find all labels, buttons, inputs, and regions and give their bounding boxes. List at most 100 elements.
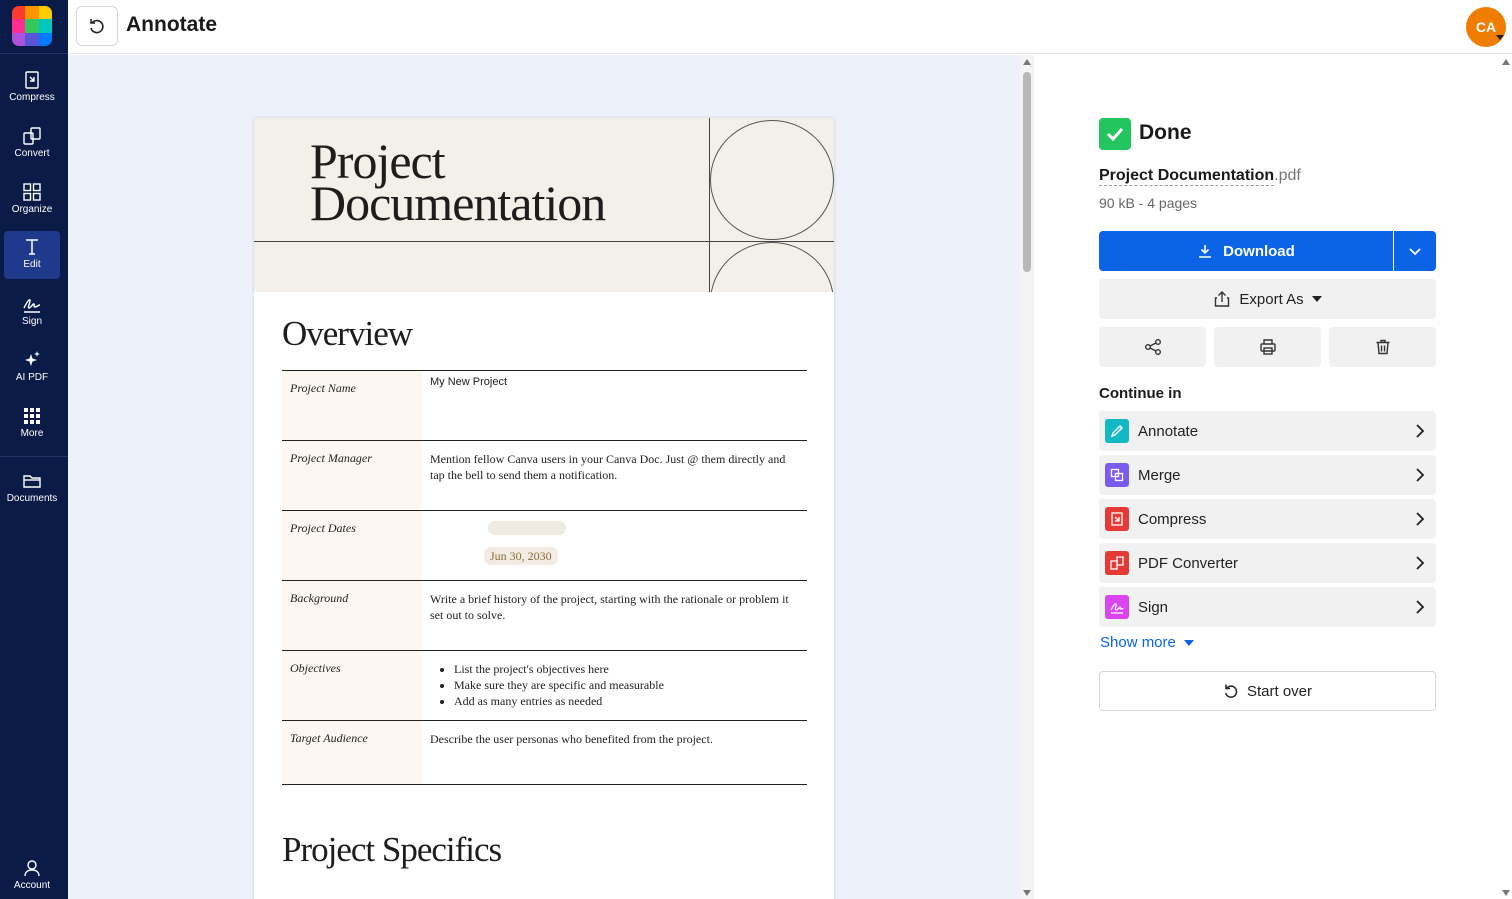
sidebar: Compress Convert Organize Edit Sign AI P… (0, 0, 68, 899)
table-row: Project Dates Jun 30, 2030 (282, 511, 807, 581)
merge-icon (1105, 463, 1129, 487)
ai-sparkle-icon (25, 351, 40, 366)
table-row: Target Audience Describe the user person… (282, 721, 807, 785)
continue-pdf-converter-button[interactable]: PDF Converter (1099, 543, 1436, 583)
overview-heading: Overview (282, 314, 413, 353)
share-icon (1144, 339, 1161, 355)
continue-merge-button[interactable]: Merge (1099, 455, 1436, 495)
scroll-down-icon[interactable] (1502, 890, 1510, 896)
row-value: List the project's objectives here Make … (422, 651, 807, 720)
document-viewer[interactable]: Project Documentation Overview Project N… (68, 55, 1034, 899)
project-name-field[interactable]: My New Project (422, 371, 807, 440)
export-as-button[interactable]: Export As (1099, 279, 1436, 319)
scroll-up-icon[interactable] (1023, 59, 1031, 65)
sidebar-item-convert[interactable]: Convert (4, 120, 60, 168)
file-meta: 90 kB - 4 pages (1099, 195, 1198, 211)
delete-button[interactable] (1329, 327, 1436, 367)
sidebar-item-label: Convert (14, 148, 50, 159)
continue-in-label: Continue in (1099, 385, 1182, 402)
tool-label: Annotate (1138, 422, 1199, 440)
row-value: Write a brief history of the project, st… (430, 592, 789, 622)
sidebar-item-edit[interactable]: Edit (4, 231, 60, 279)
folder-icon (23, 475, 41, 488)
scrollbar-thumb[interactable] (1023, 72, 1031, 272)
sidebar-item-more[interactable]: More (4, 400, 60, 448)
caret-down-icon (1183, 639, 1194, 646)
row-label: Project Manager (282, 441, 422, 510)
continue-compress-button[interactable]: Compress (1099, 499, 1436, 539)
edit-icon (26, 239, 38, 255)
document-title: Project Documentation (310, 133, 606, 231)
top-bar: Annotate CA (68, 0, 1512, 54)
chevron-down-icon (1409, 248, 1421, 256)
sidebar-item-label: Organize (11, 204, 53, 215)
objectives-list: List the project's objectives here Make … (430, 661, 799, 709)
chevron-right-icon (1416, 424, 1425, 438)
chevron-right-icon (1416, 512, 1425, 526)
restart-icon (1224, 684, 1238, 698)
sidebar-item-sign[interactable]: Sign (4, 288, 60, 336)
file-extension: .pdf (1274, 167, 1301, 184)
row-value: Describe the user personas who benefited… (430, 732, 713, 746)
show-more-label: Show more (1100, 634, 1176, 651)
download-label: Download (1223, 242, 1295, 260)
print-icon (1259, 339, 1276, 355)
result-panel: Done Project Documentation.pdf 90 kB - 4… (1035, 55, 1512, 899)
share-button[interactable] (1099, 327, 1206, 367)
project-specifics-heading: Project Specifics (282, 830, 502, 869)
export-as-label: Export As (1239, 290, 1304, 308)
overview-table: Project Name My New Project Project Mana… (282, 370, 807, 785)
end-date-chip[interactable]: Jun 30, 2030 (484, 547, 558, 565)
sidebar-item-label: Documents (6, 493, 58, 504)
download-options-button[interactable] (1394, 231, 1436, 271)
compress-tool-icon (1105, 507, 1129, 531)
start-over-button[interactable]: Start over (1099, 671, 1436, 711)
start-date-chip[interactable] (488, 521, 566, 535)
app-logo-icon[interactable] (12, 6, 52, 46)
share-upload-icon (1215, 291, 1230, 307)
download-icon (1199, 245, 1212, 258)
continue-sign-button[interactable]: Sign (1099, 587, 1436, 627)
caret-down-icon (1311, 296, 1322, 302)
sign-tool-icon (1105, 595, 1129, 619)
sidebar-item-account[interactable]: Account (4, 852, 60, 899)
sidebar-item-compress[interactable]: Compress (4, 64, 60, 112)
undo-button[interactable] (76, 6, 118, 46)
page-header: Project Documentation (254, 118, 834, 292)
annotate-icon (1105, 419, 1129, 443)
table-row: Background Write a brief history of the … (282, 581, 807, 651)
table-row: Project Manager Mention fellow Canva use… (282, 441, 807, 511)
sidebar-item-label: More (20, 428, 44, 439)
header-rule (254, 241, 834, 242)
pdf-page[interactable]: Project Documentation Overview Project N… (254, 118, 834, 899)
sidebar-item-label: Account (13, 880, 51, 891)
show-more-link[interactable]: Show more (1100, 634, 1194, 651)
file-name[interactable]: Project Documentation.pdf (1099, 167, 1301, 186)
row-label: Objectives (282, 651, 422, 720)
header-rule (709, 118, 710, 292)
sidebar-item-ai-pdf[interactable]: AI PDF (4, 344, 60, 392)
table-row: Objectives List the project's objectives… (282, 651, 807, 721)
avatar-caret-icon[interactable] (1496, 35, 1504, 40)
sidebar-item-organize[interactable]: Organize (4, 176, 60, 224)
file-name-text[interactable]: Project Documentation (1099, 167, 1275, 186)
sidebar-item-label: Edit (23, 259, 41, 270)
avatar[interactable]: CA (1466, 7, 1506, 47)
continue-annotate-button[interactable]: Annotate (1099, 411, 1436, 451)
download-button[interactable]: Download (1099, 231, 1393, 271)
viewer-scrollbar[interactable] (1020, 55, 1034, 899)
sidebar-item-label: Sign (21, 316, 42, 327)
scroll-down-icon[interactable] (1023, 890, 1031, 896)
page-title: Annotate (126, 13, 217, 36)
print-button[interactable] (1214, 327, 1321, 367)
sidebar-divider (0, 456, 68, 457)
chevron-right-icon (1416, 468, 1425, 482)
undo-icon (90, 19, 104, 34)
scroll-up-icon[interactable] (1502, 59, 1510, 65)
sidebar-item-documents[interactable]: Documents (4, 465, 60, 513)
decorative-circle (710, 120, 834, 240)
list-item: List the project's objectives here (454, 661, 799, 677)
grid-icon (24, 408, 40, 424)
start-over-label: Start over (1246, 682, 1313, 700)
account-icon (24, 860, 40, 877)
